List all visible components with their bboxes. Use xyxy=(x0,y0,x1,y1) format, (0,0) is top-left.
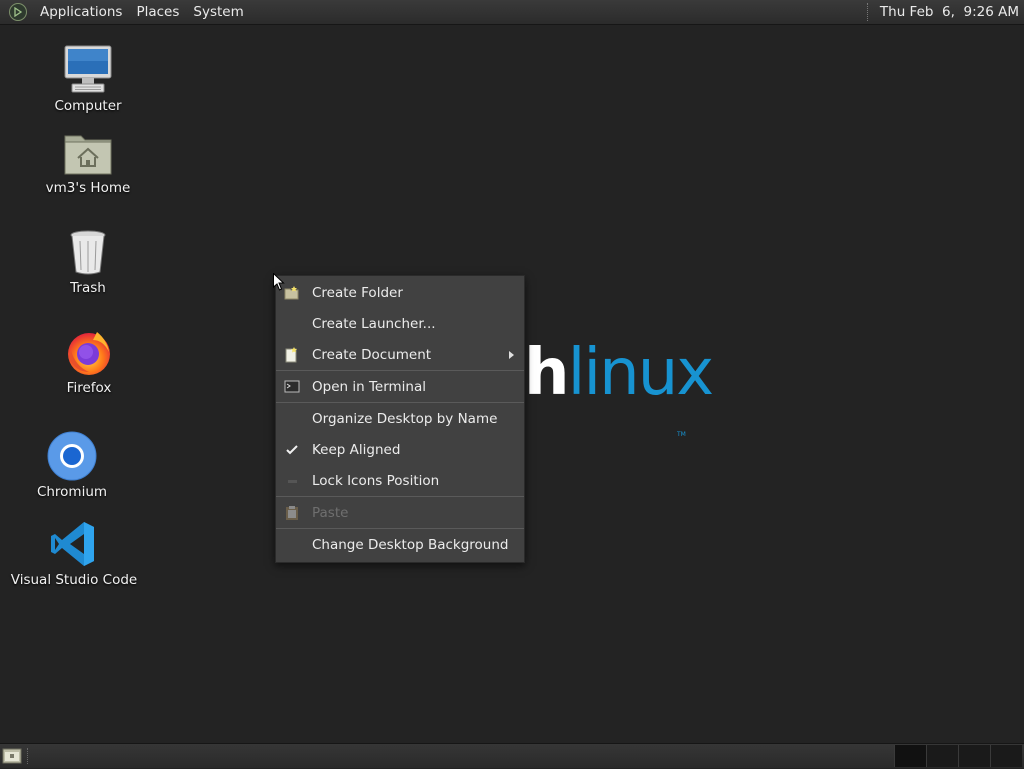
wallpaper-logo-h: h xyxy=(524,336,570,410)
archlinux-wallpaper-logo: hlinux TM xyxy=(524,333,715,438)
new-folder-icon xyxy=(284,285,300,301)
desktop-icon-computer[interactable]: Computer xyxy=(23,44,153,114)
places-menu[interactable]: Places xyxy=(129,4,186,20)
checkmark-icon xyxy=(284,442,300,458)
desktop-icon-label: Computer xyxy=(54,98,122,114)
mouse-cursor-icon xyxy=(273,273,285,291)
mate-menu-logo-icon[interactable] xyxy=(9,3,27,21)
menu-separator xyxy=(276,402,524,403)
clock[interactable]: Thu Feb 6, 9:26 AM xyxy=(880,4,1024,20)
wallpaper-logo-linux: linux xyxy=(567,336,715,410)
menu-separator xyxy=(276,496,524,497)
panel-drag-handle[interactable] xyxy=(27,748,32,764)
menu-item-create-folder[interactable]: Create Folder xyxy=(276,278,524,308)
wallpaper-logo-tm: TM xyxy=(677,431,686,438)
computer-icon xyxy=(62,44,114,96)
desktop-icon-vscode[interactable]: Visual Studio Code xyxy=(9,518,139,588)
menu-separator xyxy=(276,370,524,371)
checkbox-unchecked-icon xyxy=(284,473,300,489)
menu-item-create-launcher[interactable]: Create Launcher... xyxy=(276,309,524,339)
workspace-4[interactable] xyxy=(990,745,1022,767)
chromium-icon xyxy=(46,430,98,482)
desktop-icon-label: Firefox xyxy=(66,380,112,396)
desktop-icon-chromium[interactable]: Chromium xyxy=(7,430,137,500)
menu-separator xyxy=(276,528,524,529)
desktop-icon-label: vm3's Home xyxy=(45,180,131,196)
menu-item-lock-icons[interactable]: Lock Icons Position xyxy=(276,466,524,496)
menu-item-open-in-terminal[interactable]: Open in Terminal xyxy=(276,372,524,402)
terminal-icon xyxy=(284,379,300,395)
workspace-1[interactable] xyxy=(894,745,926,767)
top-panel: Applications Places System Thu Feb 6, 9:… xyxy=(0,0,1024,25)
show-desktop-icon[interactable] xyxy=(2,747,22,765)
panel-separator xyxy=(866,3,870,21)
desktop-icon-label: Visual Studio Code xyxy=(10,572,138,588)
submenu-arrow-icon xyxy=(509,351,514,359)
home-folder-icon xyxy=(62,126,114,178)
applications-menu[interactable]: Applications xyxy=(33,4,129,20)
workspace-2[interactable] xyxy=(926,745,958,767)
desktop-icon-label: Trash xyxy=(70,280,106,296)
workspace-3[interactable] xyxy=(958,745,990,767)
system-menu[interactable]: System xyxy=(186,4,250,20)
menu-item-keep-aligned[interactable]: Keep Aligned xyxy=(276,435,524,465)
menu-item-change-background[interactable]: Change Desktop Background xyxy=(276,530,524,560)
desktop-icon-firefox[interactable]: Firefox xyxy=(24,326,154,396)
firefox-icon xyxy=(63,326,115,378)
desktop-icon-label: Chromium xyxy=(36,484,108,500)
new-document-icon xyxy=(284,347,300,363)
desktop-context-menu: Create Folder Create Launcher... Create … xyxy=(275,275,525,563)
bottom-panel xyxy=(0,743,1024,768)
trash-icon xyxy=(62,226,114,278)
vscode-icon xyxy=(48,518,100,570)
desktop-icon-trash[interactable]: Trash xyxy=(23,226,153,296)
menu-item-create-document[interactable]: Create Document xyxy=(276,340,524,370)
paste-icon xyxy=(284,505,300,521)
menu-item-paste[interactable]: Paste xyxy=(276,498,524,528)
desktop-icon-home[interactable]: vm3's Home xyxy=(23,126,153,196)
menu-item-organize-desktop[interactable]: Organize Desktop by Name xyxy=(276,404,524,434)
clock-area: Thu Feb 6, 9:26 AM xyxy=(866,0,1024,24)
